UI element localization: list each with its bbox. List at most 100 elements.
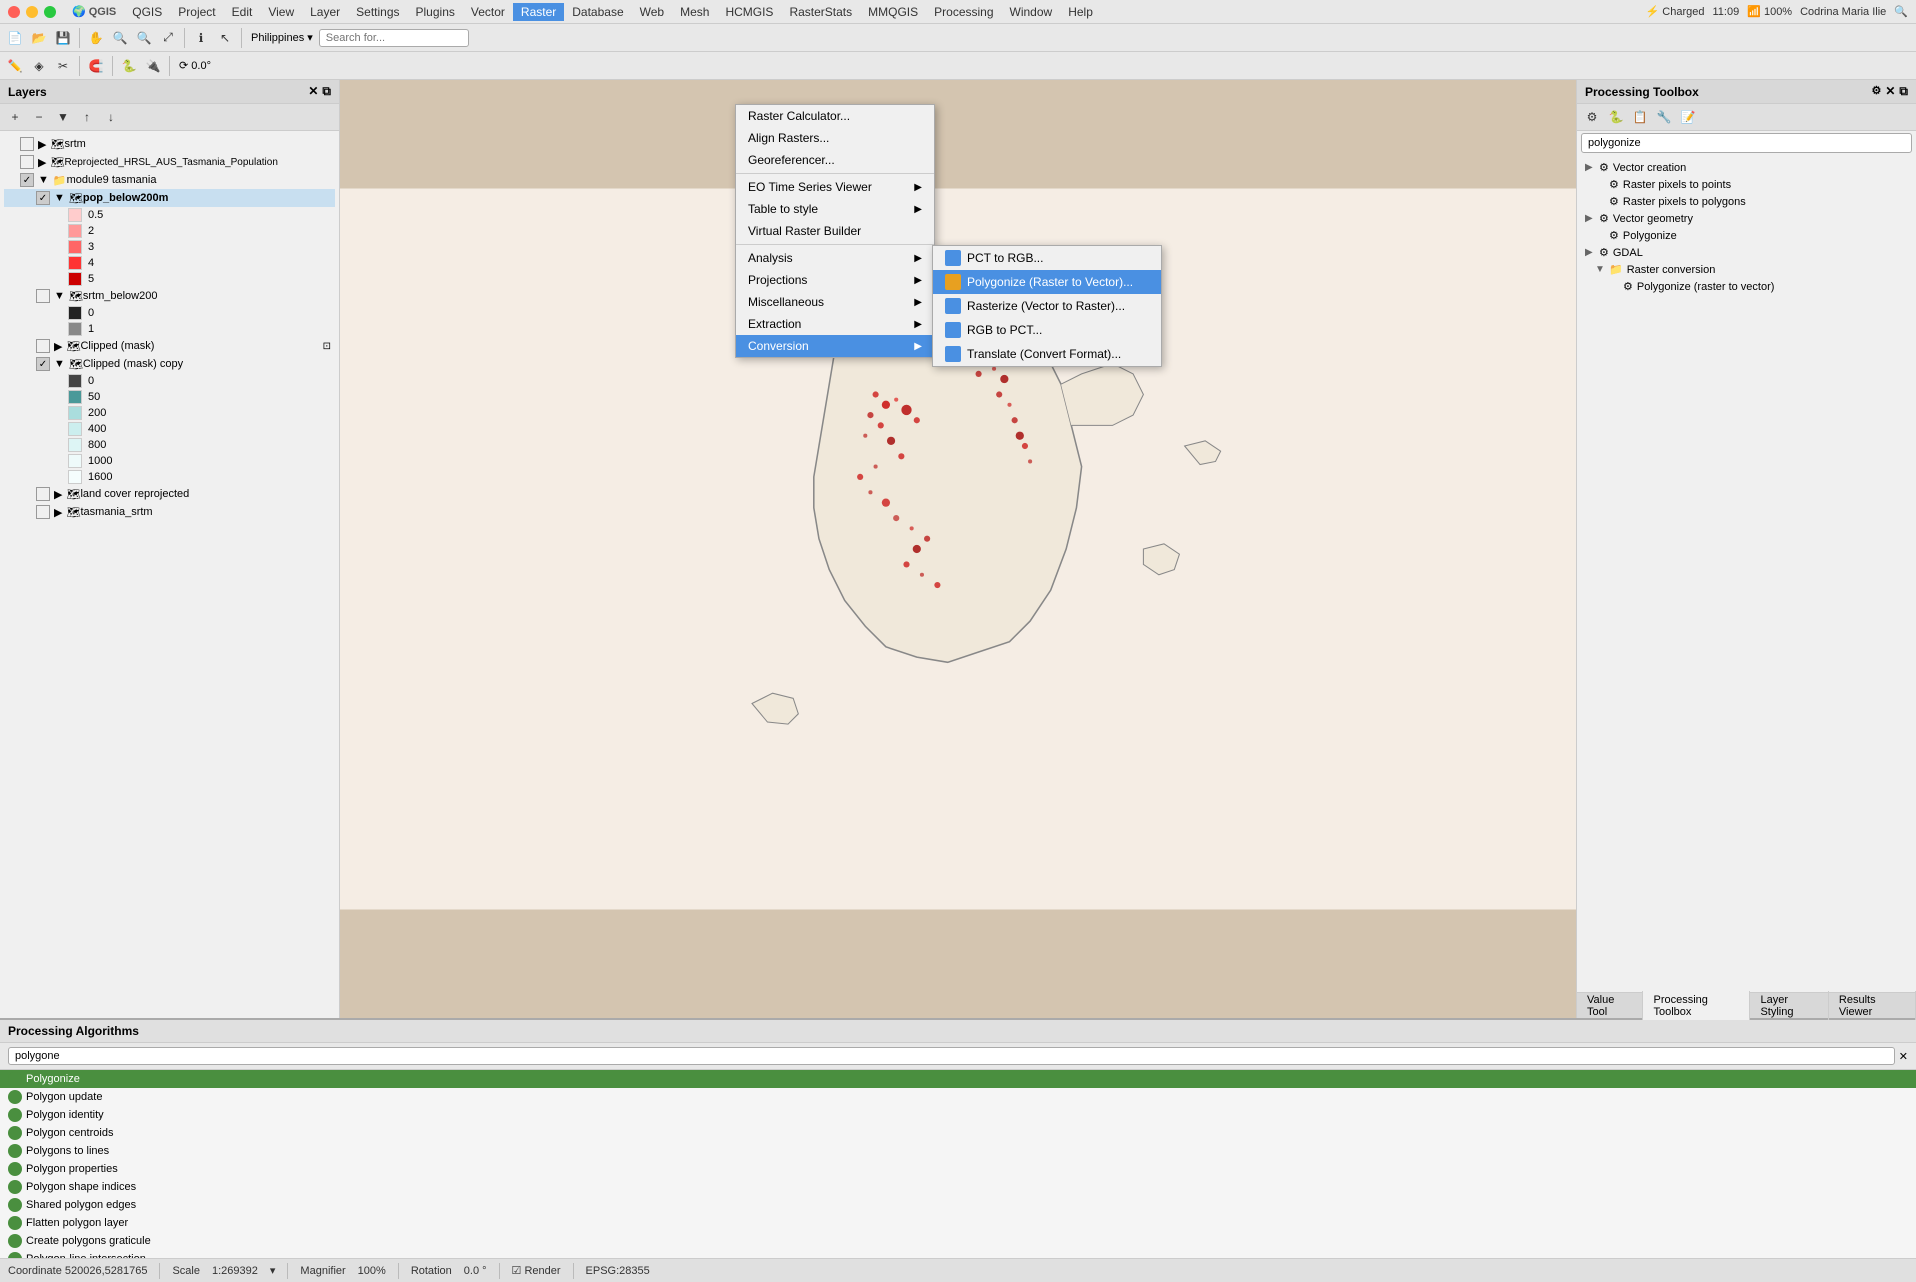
algo-search-input[interactable] xyxy=(8,1047,1895,1065)
toolbox-search-input[interactable] xyxy=(1581,133,1912,153)
python-btn[interactable]: 🐍 xyxy=(118,55,140,77)
search-box[interactable] xyxy=(319,29,469,47)
layer-srtm-below200[interactable]: ▼ 🗺 srtm_below200 xyxy=(4,287,335,305)
menu-raster[interactable]: Raster xyxy=(513,3,564,21)
layer-landcover[interactable]: ▶ 🗺 land cover reprojected xyxy=(4,485,335,503)
algo-polygonize[interactable]: Polygonize xyxy=(0,1070,1916,1088)
algo-polygon-centroids[interactable]: Polygon centroids xyxy=(0,1124,1916,1142)
algo-polygon-identity[interactable]: Polygon identity xyxy=(0,1106,1916,1124)
menu-conversion[interactable]: Conversion ▶ xyxy=(736,335,934,357)
render-checkbox[interactable]: ☑ Render xyxy=(512,1264,561,1277)
layers-float-btn[interactable]: ⧉ xyxy=(322,84,331,99)
tab-value-tool[interactable]: Value Tool xyxy=(1577,991,1643,1021)
tree-vector-creation[interactable]: ▶ ⚙ Vector creation xyxy=(1581,159,1912,176)
menu-table-style[interactable]: Table to style ▶ xyxy=(736,198,934,220)
zoom-out-btn[interactable]: 🔍 xyxy=(133,27,155,49)
search-input[interactable] xyxy=(319,29,469,47)
toolbox-settings-btn[interactable]: ⚙ xyxy=(1871,84,1881,99)
close-button[interactable] xyxy=(8,6,20,18)
layer-check-reprojected[interactable] xyxy=(20,155,34,169)
menu-mesh[interactable]: Mesh xyxy=(672,3,717,21)
tree-gdal[interactable]: ▶ ⚙ GDAL xyxy=(1581,244,1912,261)
pan-btn[interactable]: ✋ xyxy=(85,27,107,49)
menu-view[interactable]: View xyxy=(260,3,302,21)
tab-results-viewer[interactable]: Results Viewer xyxy=(1829,991,1916,1021)
menu-raster-calculator[interactable]: Raster Calculator... xyxy=(736,105,934,127)
layer-expand-srtm200[interactable]: ▼ xyxy=(54,290,65,302)
algo-shared-polygon-edges[interactable]: Shared polygon edges xyxy=(0,1196,1916,1214)
menu-project[interactable]: Project xyxy=(170,3,223,21)
menu-georeferencer[interactable]: Georeferencer... xyxy=(736,149,934,171)
menu-window[interactable]: Window xyxy=(1002,3,1061,21)
menu-miscellaneous[interactable]: Miscellaneous ▶ xyxy=(736,291,934,313)
toolbox-close-btn[interactable]: ✕ xyxy=(1885,84,1895,99)
layer-clipped[interactable]: ▶ 🗺 Clipped (mask) ⊡ xyxy=(4,337,335,355)
algo-polygons-lines[interactable]: Polygons to lines xyxy=(0,1142,1916,1160)
zoom-in-btn[interactable]: 🔍 xyxy=(109,27,131,49)
menu-database[interactable]: Database xyxy=(564,3,631,21)
layer-expand-landcover[interactable]: ▶ xyxy=(54,488,62,501)
snapping-btn[interactable]: 🧲 xyxy=(85,55,107,77)
layer-check-landcover[interactable] xyxy=(36,487,50,501)
layer-check-srtm200[interactable] xyxy=(36,289,50,303)
identify-btn[interactable]: ℹ xyxy=(190,27,212,49)
menu-hcmgis[interactable]: HCMGIS xyxy=(717,3,781,21)
digitize-btn[interactable]: ✏️ xyxy=(4,55,26,77)
menu-align-rasters[interactable]: Align Rasters... xyxy=(736,127,934,149)
algo-polygon-update[interactable]: Polygon update xyxy=(0,1088,1916,1106)
layer-expand-tasmania[interactable]: ▶ xyxy=(54,506,62,519)
menu-help[interactable]: Help xyxy=(1060,3,1101,21)
toolbox-float-btn[interactable]: ⧉ xyxy=(1899,84,1908,99)
tree-raster-pixels-points[interactable]: ⚙ Raster pixels to points xyxy=(1581,176,1912,193)
split-btn[interactable]: ✂ xyxy=(52,55,74,77)
menu-plugins[interactable]: Plugins xyxy=(408,3,463,21)
menu-layer[interactable]: Layer xyxy=(302,3,348,21)
algo-polygon-shape-indices[interactable]: Polygon shape indices xyxy=(0,1178,1916,1196)
epsg-badge[interactable]: EPSG:28355 xyxy=(586,1265,650,1277)
conversion-rasterize[interactable]: Rasterize (Vector to Raster)... xyxy=(933,294,1161,318)
conversion-pct-rgb[interactable]: PCT to RGB... xyxy=(933,246,1161,270)
layer-expand-srtm[interactable]: ▶ xyxy=(38,138,46,151)
menu-virtual-raster[interactable]: Virtual Raster Builder xyxy=(736,220,934,242)
menu-eo-timeseries[interactable]: EO Time Series Viewer ▶ xyxy=(736,176,934,198)
layer-expand-module9[interactable]: ▼ xyxy=(38,174,49,186)
layer-expand-pop[interactable]: ▼ xyxy=(54,192,65,204)
menu-settings[interactable]: Settings xyxy=(348,3,407,21)
map-area[interactable]: Raster Calculator... Align Rasters... Ge… xyxy=(340,80,1576,1018)
toolbox-btn-5[interactable]: 📝 xyxy=(1677,106,1699,128)
menu-qgis[interactable]: QGIS xyxy=(124,3,170,21)
menu-web[interactable]: Web xyxy=(632,3,672,21)
toolbox-btn-2[interactable]: 🐍 xyxy=(1605,106,1627,128)
minimize-button[interactable] xyxy=(26,6,38,18)
layer-check-tasmania[interactable] xyxy=(36,505,50,519)
node-tool-btn[interactable]: ◈ xyxy=(28,55,50,77)
zoom-extent-btn[interactable]: ⤢ xyxy=(157,27,179,49)
layer-down-btn[interactable]: ↓ xyxy=(100,106,122,128)
menu-analysis[interactable]: Analysis ▶ xyxy=(736,247,934,269)
layer-check-pop[interactable]: ✓ xyxy=(36,191,50,205)
select-btn[interactable]: ↖ xyxy=(214,27,236,49)
plugin-btn[interactable]: 🔌 xyxy=(142,55,164,77)
conversion-translate[interactable]: Translate (Convert Format)... xyxy=(933,342,1161,366)
save-project-btn[interactable]: 💾 xyxy=(52,27,74,49)
menu-processing[interactable]: Processing xyxy=(926,3,1001,21)
toolbox-btn-4[interactable]: 🔧 xyxy=(1653,106,1675,128)
tree-raster-conversion[interactable]: ▼ 📁 Raster conversion xyxy=(1581,261,1912,278)
layer-filter-btn[interactable]: ▼ xyxy=(52,106,74,128)
open-project-btn[interactable]: 📂 xyxy=(28,27,50,49)
layer-tasmania-srtm[interactable]: ▶ 🗺 tasmania_srtm xyxy=(4,503,335,521)
menu-rasterstats[interactable]: RasterStats xyxy=(781,3,860,21)
tree-polygonize-gdal[interactable]: ⚙ Polygonize (raster to vector) xyxy=(1581,278,1912,295)
layer-srtm[interactable]: ▶ 🗺 srtm xyxy=(4,135,335,153)
algo-polygon-line-intersection[interactable]: Polygon-line intersection xyxy=(0,1250,1916,1258)
tree-raster-pixels-polygons[interactable]: ⚙ Raster pixels to polygons xyxy=(1581,193,1912,210)
menu-projections[interactable]: Projections ▶ xyxy=(736,269,934,291)
add-layer-btn[interactable]: + xyxy=(4,106,26,128)
remove-layer-btn[interactable]: − xyxy=(28,106,50,128)
menu-extraction[interactable]: Extraction ▶ xyxy=(736,313,934,335)
layer-pop-below200m[interactable]: ✓ ▼ 🗺 pop_below200m xyxy=(4,189,335,207)
conversion-rgb-pct[interactable]: RGB to PCT... xyxy=(933,318,1161,342)
layer-check-srtm[interactable] xyxy=(20,137,34,151)
layer-up-btn[interactable]: ↑ xyxy=(76,106,98,128)
tree-polygonize-vg[interactable]: ⚙ Polygonize xyxy=(1581,227,1912,244)
